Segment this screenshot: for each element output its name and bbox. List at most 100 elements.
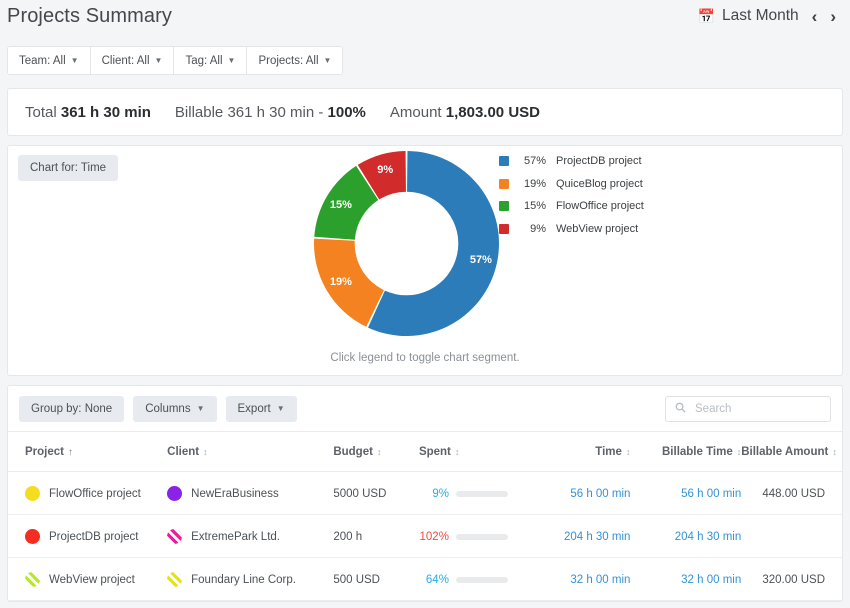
cell-billable-time: 204 h 30 min [630,514,742,558]
chevron-down-icon: ▼ [70,55,79,65]
table-row[interactable]: WebView project Foundary Line Corp. 500 US… [8,557,842,601]
cell-client: NewEraBusiness [167,471,334,515]
legend-swatch [499,156,509,166]
project-name[interactable]: FlowOffice project [49,488,141,500]
col-header-spent[interactable]: Spent ↕ [418,432,540,472]
col-header-budget[interactable]: Budget ↕ [333,432,419,472]
filter-projects[interactable]: Projects: All ▼ [247,47,343,74]
group-by-label: Group by: None [31,402,113,415]
export-button[interactable]: Export ▼ [225,395,297,422]
chart-legend: 57% ProjectDB project 19% QuiceBlog project… [499,155,644,235]
time-value[interactable]: 32 h 00 min [570,574,630,586]
table-row[interactable]: FlowOffice project NewEraBusiness 5000 USD… [8,471,842,515]
sort-icon: ↕ [376,447,382,457]
time-value[interactable]: 204 h 30 min [564,531,631,543]
cell-project: ProjectDB project [8,514,168,558]
legend-item[interactable]: 9% WebView project [499,223,644,235]
project-color-dot [25,572,40,587]
col-label-time: Time [595,446,622,458]
table-toolbar: Group by: None Columns ▼ Export ▼ [8,386,842,432]
col-header-billable-time[interactable]: Billable Time ↕ [630,432,742,472]
col-label-budget: Budget [333,446,373,458]
billable-time-value[interactable]: 204 h 30 min [675,531,742,543]
summary-total-label: Total [25,103,57,121]
search-input[interactable] [693,401,821,416]
col-header-project[interactable]: Project ↑ [8,432,168,472]
cell-billable-amount: 448.00 USD [741,471,842,515]
chart-for-button[interactable]: Chart for: Time [18,155,119,181]
chart-card: Chart for: Time 57% 19% 15% 9% 57% ProjectDB… [7,145,843,376]
billable-time-value[interactable]: 32 h 00 min [681,574,741,586]
summary-amount-label: Amount [389,103,442,121]
projects-table: Project ↑ Client ↕ Budget ↕ Spent ↕ Time ↕ Bi… [8,432,842,601]
project-name[interactable]: ProjectDB project [49,531,138,543]
col-label-billable-time: Billable Time [662,446,733,458]
cell-spent: 9% [418,471,540,515]
next-period-icon[interactable]: › [830,8,836,25]
filter-client[interactable]: Client: All ▼ [90,47,175,74]
col-label-project: Project [25,446,64,458]
billable-amount-value: 448.00 USD [762,487,825,500]
filter-team-label: Team: All [19,54,66,67]
legend-percent: 15% [523,200,546,212]
client-color-dot [167,529,183,544]
table-row[interactable]: ProjectDB project ExtremePark Ltd. 200 h 10… [8,514,842,558]
filter-tag[interactable]: Tag: All ▼ [174,47,248,74]
col-header-time[interactable]: Time ↕ [539,432,631,472]
legend-label: ProjectDB project [556,155,642,167]
filter-tag-label: Tag: All [185,54,223,67]
client-name[interactable]: NewEraBusiness [191,488,279,500]
cell-project: FlowOffice project [8,471,168,515]
chevron-down-icon: ▼ [276,403,285,413]
filter-team[interactable]: Team: All ▼ [8,47,91,74]
donut-chart-svg [314,151,499,336]
spent-progress-bar [455,576,508,583]
donut-chart[interactable]: 57% 19% 15% 9% [314,151,499,336]
summary-billable-value: 361 h 30 min - [227,103,328,121]
sort-icon: ↕ [454,447,460,457]
legend-item[interactable]: 15% FlowOffice project [499,200,644,212]
cell-client: ExtremePark Ltd. [167,514,334,558]
legend-label: WebView project [556,222,639,235]
date-range-button[interactable]: 📅 Last Month [698,7,799,25]
cell-budget: 500 USD [333,557,419,601]
project-name[interactable]: WebView project [49,574,135,586]
cell-client: Foundary Line Corp. [167,557,334,601]
cell-time: 32 h 00 min [539,557,631,601]
legend-percent: 19% [523,177,546,190]
chart-hint: Click legend to toggle chart segment. [330,352,520,364]
group-by-button[interactable]: Group by: None [19,395,125,422]
projects-summary-page: Projects Summary 📅 Last Month ‹ › Team: … [0,0,850,608]
date-range-label: Last Month [721,7,799,24]
col-header-client[interactable]: Client ↕ [167,432,334,472]
legend-item[interactable]: 57% ProjectDB project [499,155,644,167]
budget-value: 200 h [333,530,363,543]
col-header-billable-amount[interactable]: Billable Amount ↕ [741,432,842,472]
legend-percent: 57% [523,155,546,167]
columns-button[interactable]: Columns ▼ [133,395,217,422]
summary-total: Total 361 h 30 min [25,104,151,121]
filter-bar: Team: All ▼ Client: All ▼ Tag: All ▼ Pro… [0,45,850,76]
billable-time-value[interactable]: 56 h 00 min [681,488,741,500]
legend-swatch [499,201,509,211]
cell-billable-time: 56 h 00 min [630,471,742,515]
export-label: Export [237,402,271,415]
summary-card: Total 361 h 30 min Billable 361 h 30 min… [7,88,843,136]
cell-spent: 64% [418,557,540,601]
prev-period-icon[interactable]: ‹ [812,8,818,25]
spent-percent: 9% [432,487,449,500]
legend-label: FlowOffice project [556,200,644,212]
spent-progress-bar [455,533,508,540]
client-name[interactable]: Foundary Line Corp. [191,574,296,586]
time-value[interactable]: 56 h 00 min [570,488,630,500]
page-title: Projects Summary [7,5,172,27]
client-name[interactable]: ExtremePark Ltd. [191,531,280,543]
client-color-dot [167,486,183,501]
donut-slice[interactable] [314,238,384,327]
search-box[interactable] [665,395,831,422]
legend-item[interactable]: 19% QuiceBlog project [499,178,644,190]
sort-icon: ↕ [625,447,631,457]
table-head: Project ↑ Client ↕ Budget ↕ Spent ↕ Time ↕ Bi… [8,432,842,472]
filter-group: Team: All ▼ Client: All ▼ Tag: All ▼ Pro… [7,46,344,75]
sort-icon: ↕ [203,447,208,457]
